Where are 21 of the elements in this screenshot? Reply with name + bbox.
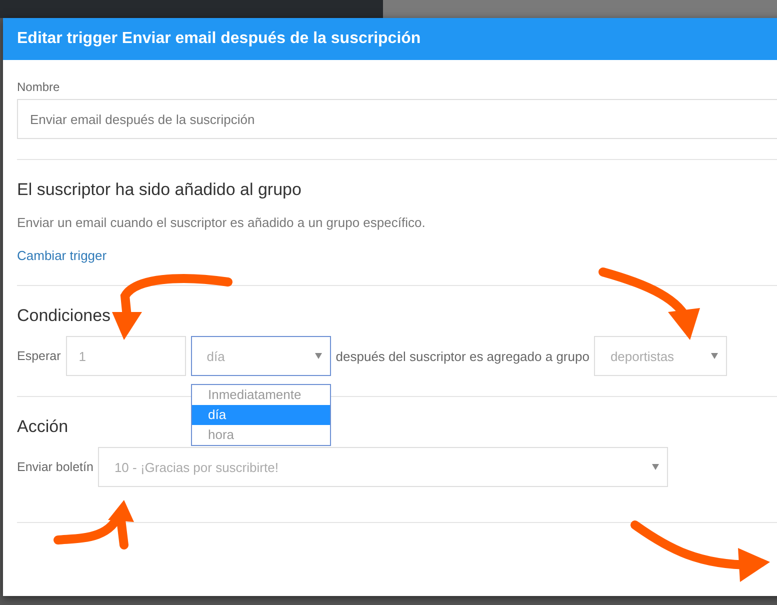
wait-input[interactable]: 1 [66,336,186,376]
field-label: Nombre [17,80,61,94]
wait-label: Esperar [17,349,61,363]
caret-icon [652,464,660,470]
dropdown-option[interactable]: hora [192,425,330,445]
section-heading: El suscriptor ha sido añadido al grupo [17,180,302,200]
trigger-description: Enviar un email cuando el suscriptor es añadido a un grupo específico. [17,215,426,230]
name-input[interactable]: Enviar email después de la suscripción [17,99,777,139]
section-heading: Condiciones [17,306,111,326]
newsletter-label: Enviar boletín [17,460,94,474]
condition-text: después del suscriptor es agregado a grupo [336,348,590,364]
caret-icon [314,353,322,359]
dropdown-option[interactable]: día [192,405,330,425]
dialog-title: Editar trigger Enviar email después de la suscripción [17,30,421,48]
change-trigger-link[interactable]: Cambiar trigger [17,248,107,263]
group-select[interactable]: deportistas [594,336,728,376]
newsletter-select[interactable]: 10 - ¡Gracias por suscribirte! [98,447,668,487]
dropdown-option[interactable]: Inmediatamente [192,385,330,405]
caret-icon [711,353,718,359]
unit-select[interactable]: día [190,336,331,376]
section-heading: Acción [17,417,68,437]
